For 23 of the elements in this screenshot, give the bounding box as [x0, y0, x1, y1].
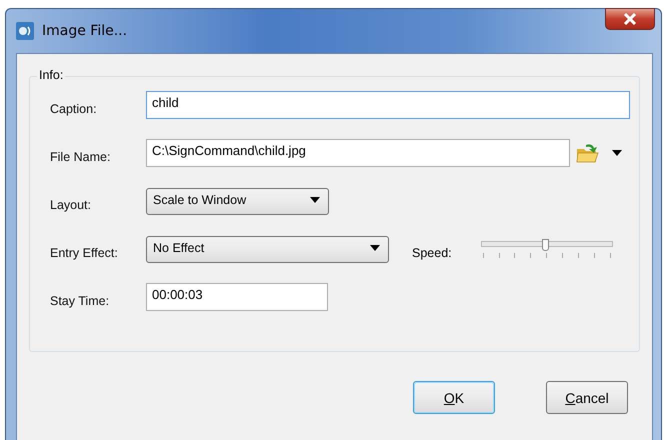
field-label: Layout:: [50, 197, 92, 212]
caret-icon[interactable]: [612, 150, 622, 156]
group-label: Info:: [37, 68, 66, 82]
caption-field[interactable]: child: [146, 91, 630, 119]
speed-label: Speed:: [412, 245, 452, 260]
file-name-field[interactable]: C:\SignCommand\child.jpg: [146, 139, 570, 167]
folder-icon[interactable]: [576, 142, 600, 164]
stay-time-field[interactable]: 00:00:03: [146, 283, 328, 311]
window-title: Image File...: [42, 23, 128, 39]
caret-icon: [310, 197, 320, 203]
close-icon: [623, 13, 637, 25]
field-label: Caption:: [50, 101, 98, 116]
app-icon: [16, 22, 34, 40]
caret-icon: [370, 245, 380, 251]
speed-slider[interactable]: [480, 237, 613, 261]
dialog-button[interactable]: OK: [413, 381, 495, 414]
entry-effect-dropdown[interactable]: No Effect: [146, 236, 389, 262]
close-button[interactable]: [605, 8, 655, 30]
field-label: File Name:: [50, 149, 112, 164]
layout-dropdown[interactable]: Scale to Window: [146, 188, 329, 214]
field-label: Stay Time:: [50, 293, 110, 308]
field-label: Entry Effect:: [50, 245, 119, 260]
dialog-button[interactable]: Cancel: [546, 381, 628, 414]
